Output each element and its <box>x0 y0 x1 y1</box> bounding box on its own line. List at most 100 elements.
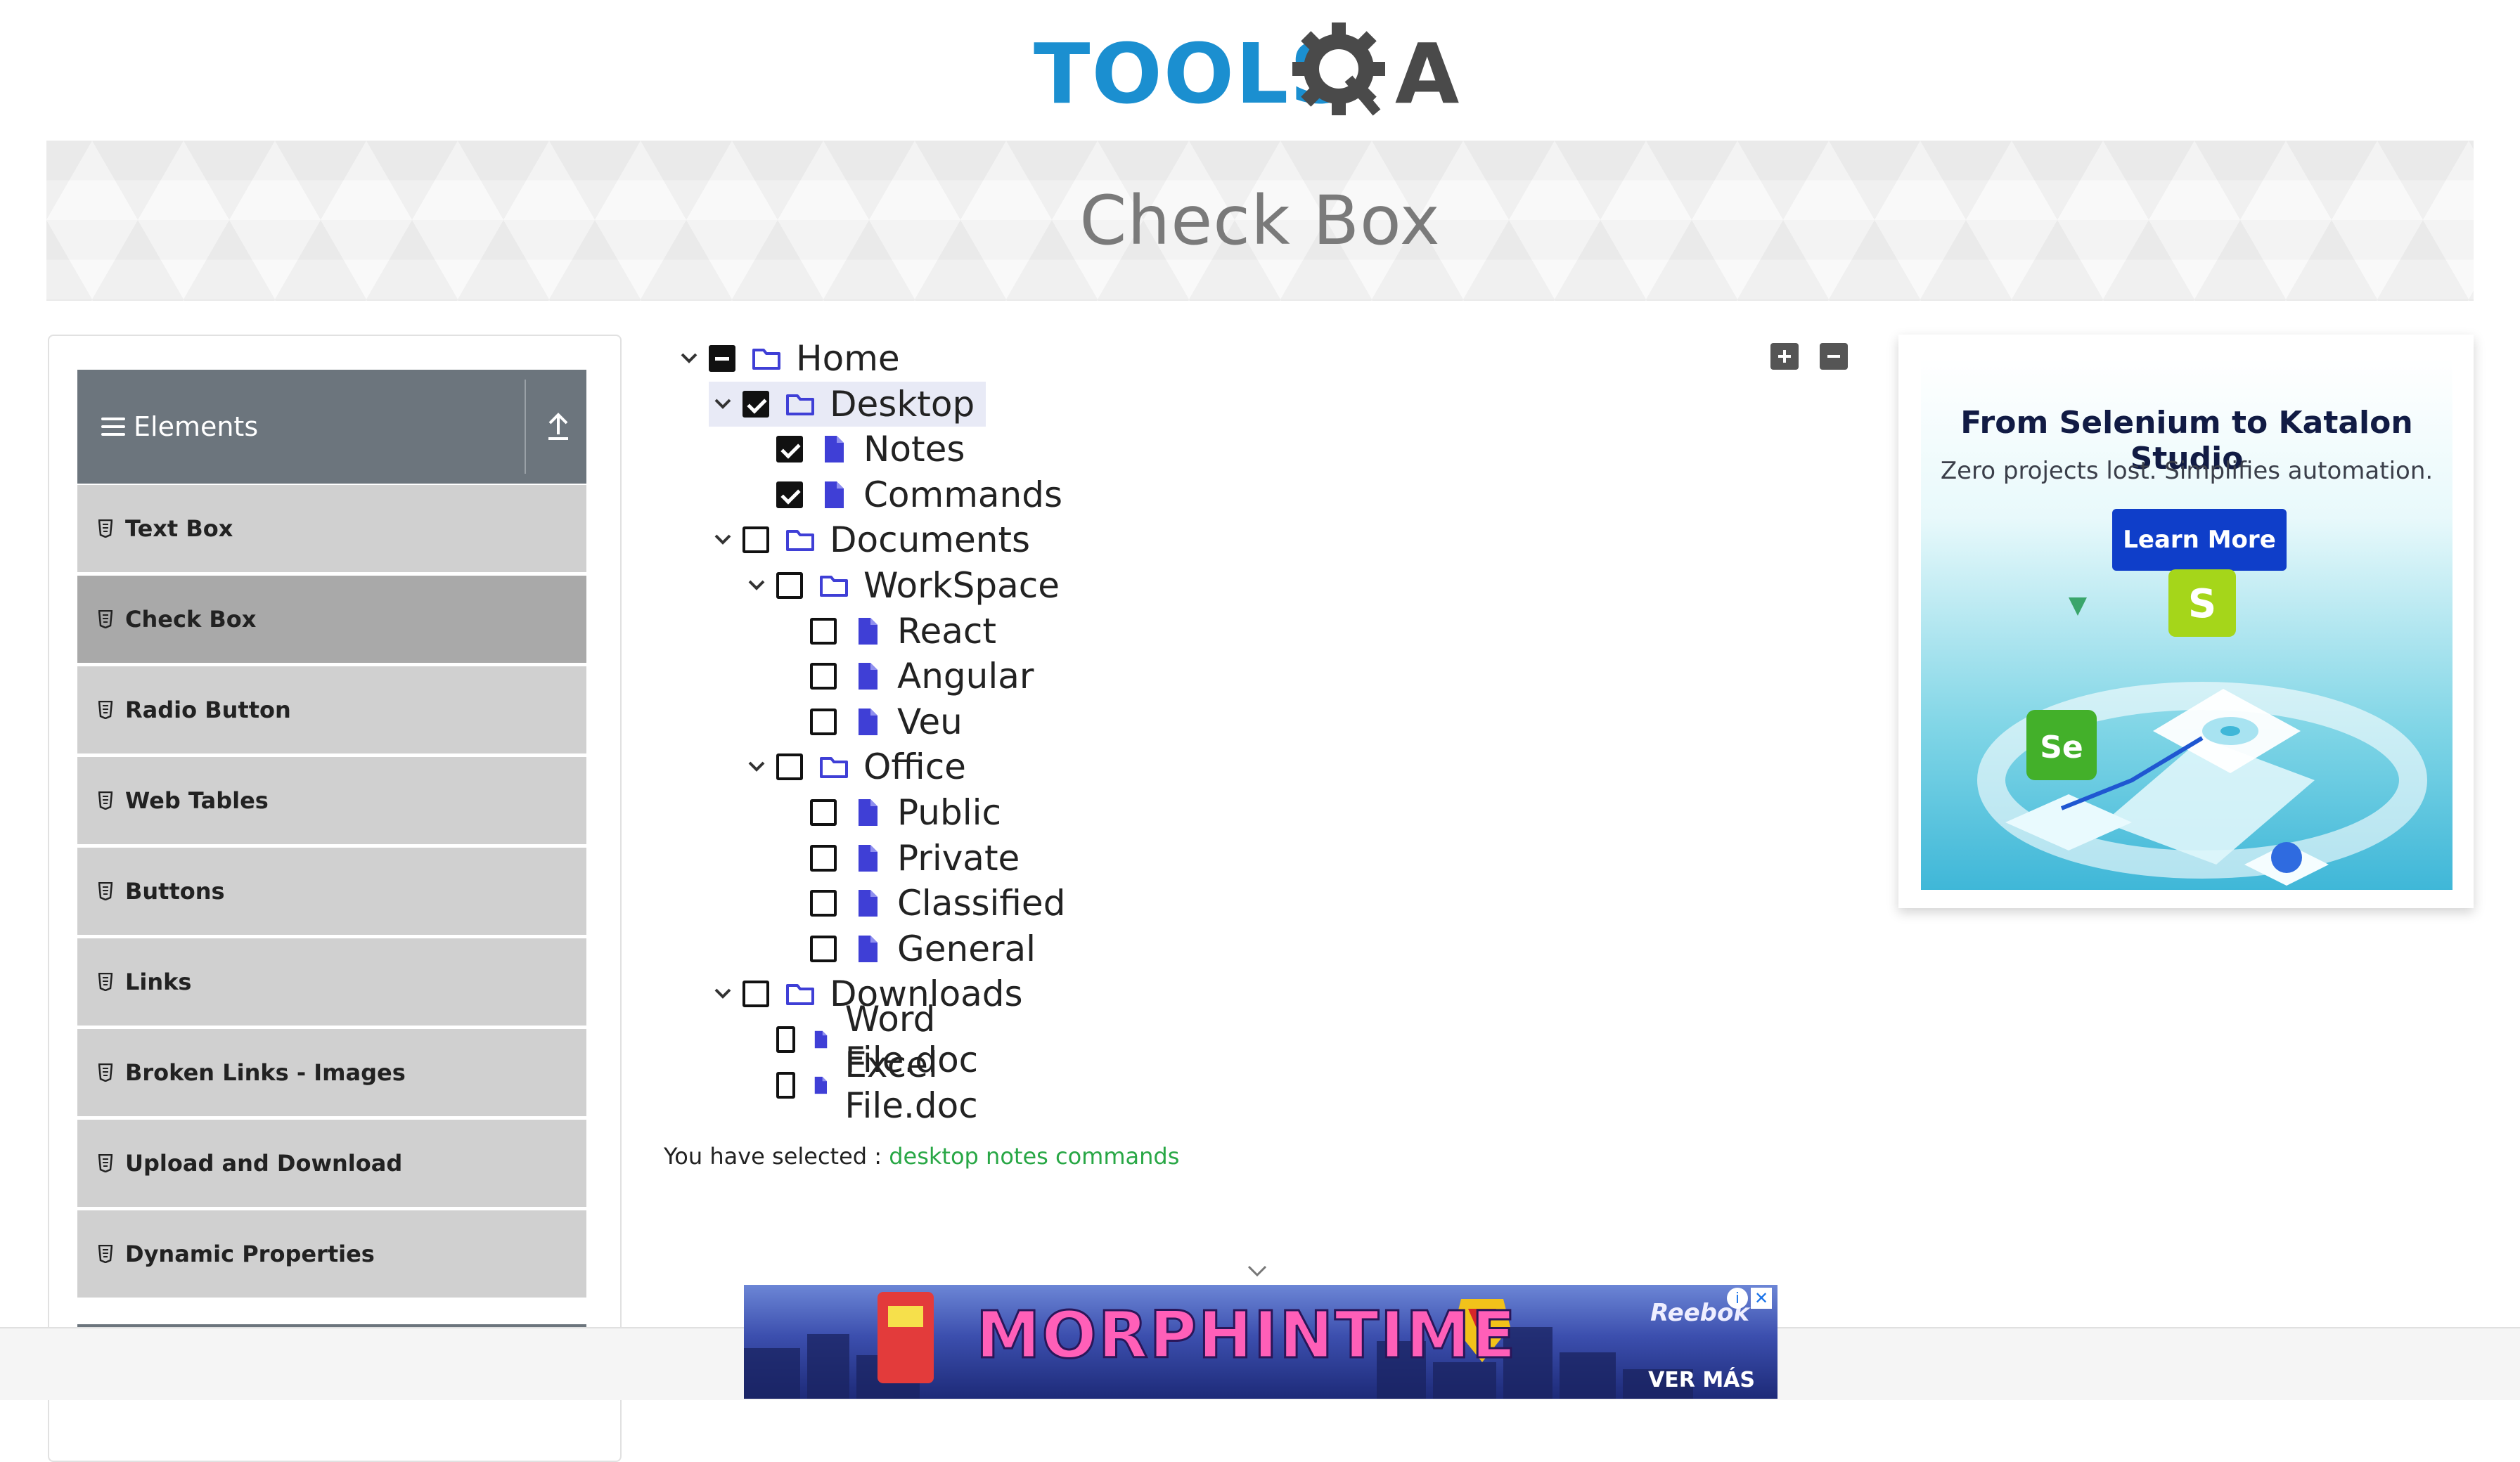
checkbox[interactable] <box>776 753 803 780</box>
collapse-all-button[interactable] <box>1820 343 1848 370</box>
chevron-down-icon[interactable] <box>709 526 737 554</box>
sidebar-item-links[interactable]: Links <box>77 938 586 1026</box>
tree-node-label[interactable]: General <box>897 929 1036 969</box>
tree-node-label[interactable]: WorkSpace <box>863 565 1060 606</box>
ranger-figure-icon <box>878 1292 934 1383</box>
sidebar-item-text-box[interactable]: Text Box <box>77 485 586 572</box>
minus-square-icon <box>1827 355 1840 358</box>
sidebar-item-label: Broken Links - Images <box>125 1059 406 1086</box>
hamburger-icon <box>101 418 125 436</box>
learn-more-button[interactable]: Learn More <box>2112 509 2287 571</box>
collapse-arrow-icon[interactable] <box>541 409 575 444</box>
sidebar-item-upload-and-download[interactable]: Upload and Download <box>77 1120 586 1207</box>
tree-node-label[interactable]: React <box>897 611 996 652</box>
chevron-down-icon[interactable] <box>709 390 737 418</box>
checkbox[interactable] <box>810 618 837 645</box>
tree-node-home[interactable]: Home <box>675 336 900 381</box>
tree-node-workspace[interactable]: WorkSpace <box>742 563 1060 608</box>
tree-node-label[interactable]: Public <box>897 792 1001 833</box>
elements-group-header[interactable]: Elements <box>77 370 586 484</box>
chevron-down-icon[interactable] <box>709 980 737 1008</box>
sidebar-item-dynamic-properties[interactable]: Dynamic Properties <box>77 1210 586 1298</box>
checkbox[interactable] <box>742 981 769 1007</box>
checkbox[interactable] <box>810 709 837 735</box>
page-title: Check Box <box>1079 181 1441 260</box>
checkbox[interactable] <box>776 1026 796 1053</box>
tree-node-react[interactable]: React <box>810 609 996 654</box>
sidebar-item-radio-button[interactable]: Radio Button <box>77 666 586 753</box>
sidebar-item-broken-links-images[interactable]: Broken Links - Images <box>77 1029 586 1116</box>
sidebar-item-label: Dynamic Properties <box>125 1241 375 1267</box>
tree-node-excel-file-doc[interactable]: Excel File.doc <box>776 1044 996 1126</box>
folder-icon <box>786 984 814 1005</box>
ad-cta[interactable]: VER MÁS <box>1648 1368 1755 1392</box>
html5-icon <box>98 610 112 628</box>
checkbox[interactable] <box>742 391 769 418</box>
checkbox[interactable] <box>810 799 837 826</box>
sidebar-item-buttons[interactable]: Buttons <box>77 848 586 935</box>
tree-node-label[interactable]: Angular <box>897 656 1034 697</box>
ad-close-icon[interactable]: ✕ <box>1751 1288 1772 1309</box>
tree-node-notes[interactable]: Notes <box>776 427 965 472</box>
tree-node-public[interactable]: Public <box>810 790 1001 835</box>
ad-collapse-chevron-icon[interactable] <box>1245 1262 1270 1279</box>
tree-node-angular[interactable]: Angular <box>810 654 1034 699</box>
katalon-s-logo-icon: S <box>2168 569 2236 637</box>
chevron-down-icon[interactable] <box>742 571 771 600</box>
expand-all-button[interactable] <box>1770 343 1799 370</box>
sidebar-item-label: Upload and Download <box>125 1150 403 1177</box>
html5-icon <box>98 1245 112 1263</box>
ad-headline: MORPHINTIME <box>975 1297 1517 1374</box>
tree-node-documents[interactable]: Documents <box>709 517 1030 562</box>
tree-node-classified[interactable]: Classified <box>810 881 1065 926</box>
ad-info-icon[interactable]: i <box>1727 1288 1748 1309</box>
html5-icon <box>98 1063 112 1082</box>
checkbox[interactable] <box>810 845 837 872</box>
checkbox[interactable] <box>810 663 837 690</box>
html5-icon <box>98 973 112 991</box>
checkbox[interactable] <box>776 1072 796 1099</box>
checkbox[interactable] <box>776 436 803 462</box>
header-divider <box>525 380 526 474</box>
tree-node-private[interactable]: Private <box>810 836 1020 881</box>
checkbox[interactable] <box>742 526 769 553</box>
checkbox[interactable] <box>709 345 735 372</box>
tree-node-label[interactable]: Commands <box>863 474 1062 515</box>
tree-node-label[interactable]: Documents <box>830 519 1030 560</box>
tree-node-label[interactable]: Veu <box>897 701 963 742</box>
sidebar-item-check-box[interactable]: Check Box <box>77 576 586 663</box>
tree-node-commands[interactable]: Commands <box>776 472 1062 517</box>
katalon-ad[interactable]: From Selenium to Katalon Studio Zero pro… <box>1921 358 2452 890</box>
svg-text:Se: Se <box>2040 730 2083 765</box>
tree-node-label[interactable]: Home <box>796 338 900 379</box>
checkbox[interactable] <box>810 890 837 917</box>
checkbox[interactable] <box>810 936 837 962</box>
tree-node-label[interactable]: Desktop <box>830 384 975 425</box>
sidebar-item-label: Text Box <box>125 515 233 542</box>
tree-node-veu[interactable]: Veu <box>810 699 963 744</box>
tree-node-label[interactable]: Excel File.doc <box>844 1044 996 1126</box>
chevron-down-icon[interactable] <box>675 344 703 373</box>
tree-node-office[interactable]: Office <box>742 744 966 789</box>
html5-icon <box>98 519 112 538</box>
checkbox[interactable] <box>776 481 803 508</box>
tree-node-label[interactable]: Classified <box>897 883 1065 924</box>
bottom-ad-banner[interactable]: MORPHINTIME Reebok VER MÁS i ✕ <box>744 1285 1778 1399</box>
folder-icon <box>820 576 848 597</box>
tree-node-desktop[interactable]: Desktop <box>709 382 986 427</box>
checkbox[interactable] <box>776 572 803 599</box>
sidebar-item-label: Links <box>125 969 192 995</box>
plus-square-icon <box>1778 350 1791 363</box>
file-icon <box>815 1030 828 1049</box>
file-icon <box>825 481 844 508</box>
tree-node-label[interactable]: Private <box>897 838 1020 879</box>
toolsqa-logo[interactable]: TOOLS A <box>1034 20 1491 132</box>
elements-menu: Text Box Check Box Radio Button Web Tables B… <box>77 485 586 1301</box>
file-icon <box>859 890 878 917</box>
tree-node-label[interactable]: Notes <box>863 429 965 470</box>
chevron-down-icon[interactable] <box>742 753 771 781</box>
sidebar-item-web-tables[interactable]: Web Tables <box>77 757 586 844</box>
file-icon <box>859 618 878 645</box>
tree-node-label[interactable]: Office <box>863 746 966 787</box>
tree-node-general[interactable]: General <box>810 926 1036 971</box>
